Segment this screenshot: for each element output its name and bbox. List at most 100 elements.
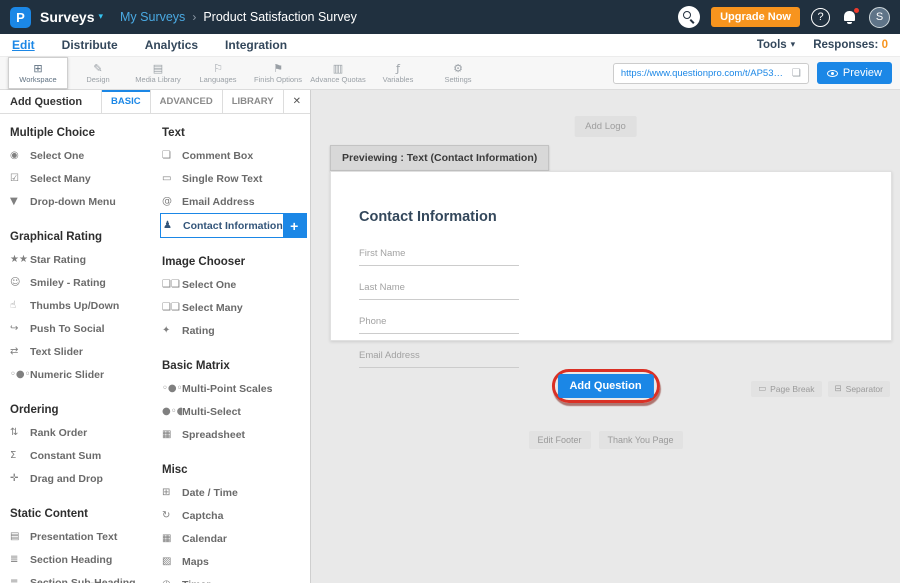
image-select-many-icon: ❑❑	[162, 302, 182, 313]
toolbar-item-design[interactable]: ✎ Design	[68, 57, 128, 89]
toolbar-item-media-library[interactable]: ▤ Media Library	[128, 57, 188, 89]
toolbar-item-workspace[interactable]: ⊞ Workspace	[8, 57, 68, 89]
tab-edit[interactable]: Edit	[12, 38, 35, 52]
question-type-multi-select[interactable]: ●◦● Multi-Select	[162, 400, 309, 423]
question-type-dropdown-menu[interactable]: ▼ Drop-down Menu	[10, 190, 162, 213]
surveys-menu[interactable]: Surveys ▾	[40, 9, 103, 25]
toolbar-item-settings[interactable]: ⚙ Settings	[428, 57, 488, 89]
question-type-email-address[interactable]: @ Email Address	[162, 190, 309, 213]
page-title: Product Satisfaction Survey	[203, 10, 357, 24]
panel-tabs: BASICADVANCEDLIBRARY	[101, 90, 283, 113]
question-type-select-many[interactable]: ☑ Select Many	[10, 167, 162, 190]
survey-url: https://www.questionpro.com/t/AP53kZgUI	[621, 68, 787, 79]
question-type-calendar[interactable]: ▦ Calendar	[162, 527, 309, 550]
tab-analytics[interactable]: Analytics	[145, 38, 198, 52]
tab-advanced[interactable]: ADVANCED	[150, 90, 222, 113]
upgrade-button[interactable]: Upgrade Now	[711, 7, 800, 27]
captcha-icon: ↻	[162, 510, 182, 521]
edit-footer-button[interactable]: Edit Footer	[528, 431, 590, 449]
question-type-contact-information[interactable]: ♟ Contact Information +	[160, 213, 307, 238]
toolbar-item-advance-quotas[interactable]: ▥ Advance Quotas	[308, 57, 368, 89]
question-type-image-rating[interactable]: ✦ Rating	[162, 319, 309, 342]
group-heading-basic-matrix: Basic Matrix	[162, 354, 309, 377]
comment-box-icon: ❏	[162, 150, 182, 161]
question-type-star-rating[interactable]: ★★ Star Rating	[10, 248, 162, 271]
question-type-maps[interactable]: ▨ Maps	[162, 550, 309, 573]
question-type-constant-sum[interactable]: Σ Constant Sum	[10, 444, 162, 467]
my-surveys-link[interactable]: My Surveys	[120, 10, 185, 24]
survey-url-field[interactable]: https://www.questionpro.com/t/AP53kZgUI …	[613, 63, 809, 84]
first-name-input[interactable]: First Name	[359, 241, 519, 266]
eye-icon	[827, 70, 838, 77]
questionpro-logo[interactable]: P	[10, 7, 31, 28]
chevron-down-icon: ▾	[98, 12, 103, 22]
question-type-presentation-text[interactable]: ▤ Presentation Text	[10, 525, 162, 548]
question-type-image-select-many[interactable]: ❑❑ Select Many	[162, 296, 309, 319]
tab-library[interactable]: LIBRARY	[222, 90, 283, 113]
question-type-date-time[interactable]: ⊞ Date / Time	[162, 481, 309, 504]
email-address-input[interactable]: Email Address	[359, 343, 519, 368]
toolbar-item-finish-options[interactable]: ⚑ Finish Options	[248, 57, 308, 89]
question-type-numeric-slider[interactable]: ◦●◦ Numeric Slider	[10, 363, 162, 386]
section-heading-icon: ≣	[10, 554, 30, 565]
numeric-slider-icon: ◦●◦	[10, 369, 30, 380]
question-type-image-select-one[interactable]: ❑❑ Select One	[162, 273, 309, 296]
page-break-label: Page Break	[770, 384, 814, 394]
page-break-button[interactable]: ▭ Page Break	[751, 381, 821, 397]
workspace-icon: ⊞	[33, 63, 42, 74]
add-logo-button[interactable]: Add Logo	[574, 116, 637, 137]
topbar-actions: Upgrade Now ? S	[678, 6, 890, 28]
footer-controls: Edit Footer Thank You Page	[528, 431, 682, 449]
responses-counter[interactable]: Responses: 0	[813, 39, 888, 51]
group-heading-ordering: Ordering	[10, 398, 162, 421]
question-type-single-row-text[interactable]: ▭ Single Row Text	[162, 167, 309, 190]
preview-button[interactable]: Preview	[817, 62, 892, 84]
copy-link-icon[interactable]: ❏	[792, 68, 801, 79]
add-question-button[interactable]: Add Question	[557, 374, 653, 398]
question-type-timer[interactable]: ◷ Timer	[162, 573, 309, 583]
toolbar-item-languages[interactable]: ⚐ Languages	[188, 57, 248, 89]
tab-distribute[interactable]: Distribute	[62, 38, 118, 52]
multi-select-icon: ●◦●	[162, 406, 182, 417]
question-type-captcha[interactable]: ↻ Captcha	[162, 504, 309, 527]
question-type-thumbs-up-down[interactable]: ☝ Thumbs Up/Down	[10, 294, 162, 317]
question-type-smiley-rating[interactable]: ☺ Smiley - Rating	[10, 271, 162, 294]
question-type-spreadsheet[interactable]: ▦ Spreadsheet	[162, 423, 309, 446]
responses-count: 0	[882, 39, 888, 51]
search-button[interactable]	[678, 6, 700, 28]
question-type-select-one[interactable]: ◉ Select One	[10, 144, 162, 167]
question-type-push-to-social[interactable]: ↪ Push To Social	[10, 317, 162, 340]
question-type-multi-point-scales[interactable]: ◦●◦ Multi-Point Scales	[162, 377, 309, 400]
notifications-button[interactable]	[841, 9, 858, 26]
select-many-icon: ☑	[10, 173, 30, 184]
question-type-comment-box[interactable]: ❏ Comment Box	[162, 144, 309, 167]
last-name-input[interactable]: Last Name	[359, 275, 519, 300]
surveys-label: Surveys	[40, 9, 94, 25]
tools-menu[interactable]: Tools ▾	[757, 39, 795, 51]
image-select-one-icon: ❑❑	[162, 279, 182, 290]
help-button[interactable]: ?	[811, 8, 830, 27]
advance-quotas-icon: ▥	[333, 63, 343, 74]
question-type-section-heading[interactable]: ≣ Section Heading	[10, 548, 162, 571]
section-sub-heading-icon: ≡	[10, 577, 30, 583]
calendar-icon: ▦	[162, 533, 182, 544]
question-title: Contact Information	[359, 209, 891, 225]
field-placeholder: Phone	[359, 316, 386, 327]
close-panel-button[interactable]: ✕	[283, 90, 310, 113]
image-rating-icon: ✦	[162, 325, 182, 336]
avatar[interactable]: S	[869, 7, 890, 28]
tab-integration[interactable]: Integration	[225, 38, 287, 52]
thank-you-page-button[interactable]: Thank You Page	[598, 431, 682, 449]
tab-basic[interactable]: BASIC	[101, 90, 150, 113]
question-type-text-slider[interactable]: ⇄ Text Slider	[10, 340, 162, 363]
toolbar-item-variables[interactable]: ƒ Variables	[368, 57, 428, 89]
text-slider-icon: ⇄	[10, 346, 30, 357]
bell-clapper	[847, 22, 852, 24]
date-time-icon: ⊞	[162, 487, 182, 498]
question-type-rank-order[interactable]: ⇅ Rank Order	[10, 421, 162, 444]
add-selected-question-button[interactable]: +	[283, 214, 306, 237]
question-type-drag-and-drop[interactable]: ✛ Drag and Drop	[10, 467, 162, 490]
phone-input[interactable]: Phone	[359, 309, 519, 334]
separator-button[interactable]: ⊟ Separator	[828, 381, 890, 397]
question-type-section-sub-heading[interactable]: ≡ Section Sub-Heading	[10, 571, 162, 583]
